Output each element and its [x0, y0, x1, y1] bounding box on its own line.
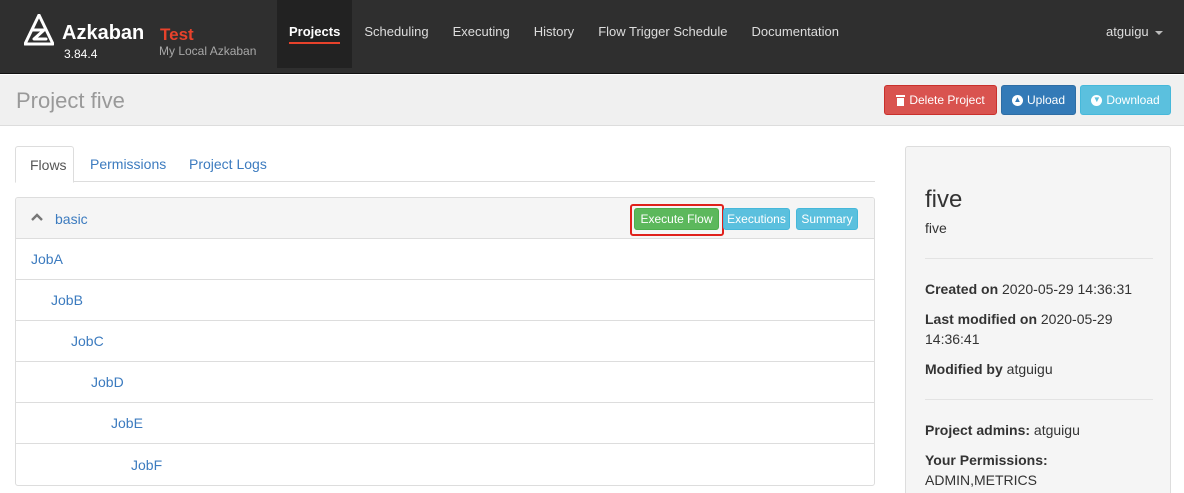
nav-scheduling[interactable]: Scheduling	[352, 0, 440, 68]
your-permissions: Your Permissions: ADMIN,METRICS	[925, 452, 1048, 488]
modified-by: Modified by atguigu	[925, 361, 1053, 377]
user-menu[interactable]: atguigu	[1106, 24, 1163, 39]
job-link[interactable]: JobB	[51, 292, 83, 308]
download-button[interactable]: ▼ Download	[1080, 85, 1171, 115]
project-info-sidebar: five five Created on 2020-05-29 14:36:31…	[905, 146, 1171, 493]
brand-version: 3.84.4	[64, 47, 98, 61]
upload-icon: ▲	[1011, 94, 1023, 106]
chevron-up-icon[interactable]	[31, 213, 43, 221]
job-row[interactable]: JobE	[16, 403, 874, 444]
project-description: five	[925, 220, 947, 236]
delete-project-button[interactable]: Delete Project	[884, 85, 997, 115]
flow-heading: basic Execute Flow Executions Summary	[16, 198, 874, 239]
project-name: five	[925, 186, 963, 213]
tab-project-logs[interactable]: Project Logs	[175, 146, 281, 182]
last-modified: Last modified on 2020-05-29 14:36:41	[925, 311, 1113, 347]
executions-button[interactable]: Executions	[723, 208, 790, 230]
tab-permissions[interactable]: Permissions	[76, 146, 180, 182]
flow-panel: basic Execute Flow Executions Summary Jo…	[15, 197, 875, 486]
summary-button[interactable]: Summary	[796, 208, 858, 230]
brand-subtitle: My Local Azkaban	[159, 44, 257, 58]
tab-flows[interactable]: Flows	[15, 146, 74, 183]
job-link[interactable]: JobF	[131, 457, 162, 473]
divider	[925, 258, 1153, 259]
job-row[interactable]: JobF	[16, 444, 874, 485]
job-link[interactable]: JobD	[91, 374, 124, 390]
download-icon: ▼	[1091, 94, 1103, 106]
caret-down-icon	[1154, 30, 1163, 35]
trash-icon	[896, 94, 906, 106]
job-link[interactable]: JobC	[71, 333, 104, 349]
nav-executing[interactable]: Executing	[441, 0, 522, 68]
divider	[925, 399, 1153, 400]
project-tabs: Flows Permissions Project Logs	[15, 146, 875, 183]
job-row[interactable]: JobA	[16, 239, 874, 280]
job-row[interactable]: JobD	[16, 362, 874, 403]
brand-name[interactable]: Azkaban	[62, 22, 144, 45]
navbar: Azkaban Test 3.84.4 My Local Azkaban Pro…	[0, 0, 1184, 74]
upload-button[interactable]: ▲ Upload	[1001, 85, 1076, 115]
nav-flow-trigger-schedule[interactable]: Flow Trigger Schedule	[586, 0, 739, 68]
main-nav: Projects Scheduling Executing History Fl…	[277, 0, 851, 68]
user-name: atguigu	[1106, 24, 1149, 39]
job-row[interactable]: JobC	[16, 321, 874, 362]
brand-env: Test	[160, 25, 194, 44]
nav-documentation[interactable]: Documentation	[740, 0, 851, 68]
page-title: Project five	[16, 88, 125, 113]
page-header: Project five Delete Project ▲ Upload ▼ D…	[0, 75, 1184, 126]
project-admins: Project admins: atguigu	[925, 422, 1080, 438]
azkaban-logo-icon[interactable]	[24, 14, 54, 46]
nav-history[interactable]: History	[522, 0, 586, 68]
job-row[interactable]: JobB	[16, 280, 874, 321]
created-on: Created on 2020-05-29 14:36:31	[925, 281, 1133, 297]
nav-projects[interactable]: Projects	[277, 0, 353, 68]
execute-flow-button[interactable]: Execute Flow	[634, 208, 719, 230]
flow-name-link[interactable]: basic	[55, 211, 88, 227]
job-link[interactable]: JobA	[31, 251, 63, 267]
job-link[interactable]: JobE	[111, 415, 143, 431]
